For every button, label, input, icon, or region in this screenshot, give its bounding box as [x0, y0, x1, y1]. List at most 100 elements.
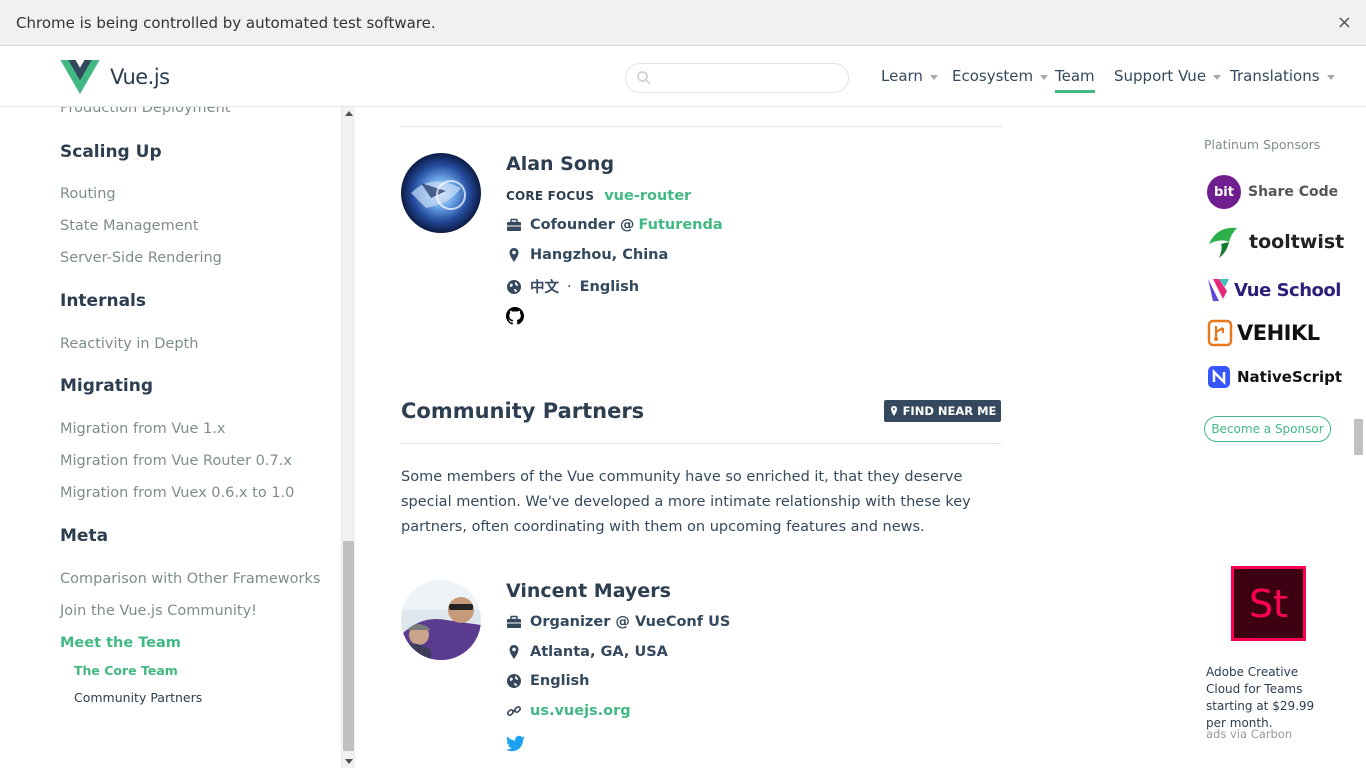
globe-icon: [507, 674, 521, 688]
social-row: [506, 734, 533, 753]
briefcase-icon: [507, 615, 521, 628]
sponsor-vue-school[interactable]: Vue School: [1207, 277, 1341, 303]
sidebar-subitem-community-partners[interactable]: Community Partners: [74, 690, 202, 705]
platinum-sponsors-title: Platinum Sponsors: [1204, 137, 1321, 152]
nav-learn[interactable]: Learn: [881, 67, 938, 85]
sidebar-scrollbar-thumb[interactable]: [343, 541, 354, 751]
nav-ecosystem[interactable]: Ecosystem: [952, 67, 1049, 85]
chevron-down-icon: [1213, 74, 1222, 80]
chevron-down-icon: [1326, 74, 1335, 80]
search-icon: [637, 71, 651, 85]
website-link[interactable]: us.vuejs.org: [530, 703, 631, 719]
divider: [401, 126, 1001, 127]
role-prefix: Cofounder @: [530, 217, 635, 233]
sponsor-tooltwist[interactable]: tooltwist: [1207, 224, 1344, 260]
languages-row: English: [506, 673, 590, 689]
become-a-sponsor-button[interactable]: Become a Sponsor: [1204, 416, 1331, 442]
sidebar-item-ssr[interactable]: Server-Side Rendering: [60, 250, 222, 266]
scroll-up-icon[interactable]: [345, 111, 353, 116]
role-row: Organizer @ VueConf US: [506, 614, 730, 630]
find-near-me-button[interactable]: FIND NEAR ME: [884, 400, 1001, 422]
nativescript-logo-icon: [1208, 366, 1230, 388]
core-focus-link[interactable]: vue-router: [604, 188, 691, 204]
website-row: us.vuejs.org: [506, 703, 631, 719]
avatar: [401, 580, 481, 660]
nav-learn-label: Learn: [881, 67, 923, 85]
sidebar-item-reactivity[interactable]: Reactivity in Depth: [60, 336, 198, 352]
sidebar-item-production-deployment[interactable]: Production Deployment: [60, 107, 230, 116]
sidebar-item-join-community[interactable]: Join the Vue.js Community!: [60, 603, 257, 619]
sidebar-scrollbar[interactable]: [341, 107, 355, 768]
sponsors-sidebar: Platinum Sponsors bit Share Code tooltwi…: [1185, 107, 1351, 768]
github-icon[interactable]: [506, 307, 524, 325]
role-text: Organizer @ VueConf US: [530, 614, 731, 630]
nav-support-vue-label: Support Vue: [1114, 67, 1207, 85]
site-header: Vue.js Learn Ecosystem Team Support Vue …: [0, 46, 1366, 107]
location-row: Atlanta, GA, USA: [506, 644, 668, 660]
sidebar-item-state-management[interactable]: State Management: [60, 218, 199, 234]
language-1: 中文: [530, 280, 559, 296]
sponsor-vehikl[interactable]: VEHIKL: [1207, 319, 1320, 347]
sponsor-name: NativeScript: [1237, 368, 1343, 386]
sponsor-nativescript[interactable]: NativeScript: [1207, 365, 1342, 389]
avatar: [401, 153, 481, 233]
member-name: Vincent Mayers: [506, 580, 671, 602]
nav-translations-label: Translations: [1230, 67, 1320, 85]
scroll-down-icon[interactable]: [345, 759, 353, 764]
sidebar-item-migration-router[interactable]: Migration from Vue Router 0.7.x: [60, 453, 292, 469]
sidebar-item-migration-vue1[interactable]: Migration from Vue 1.x: [60, 421, 225, 437]
location-text: Atlanta, GA, USA: [530, 644, 668, 660]
tooltwist-logo-icon: [1209, 227, 1237, 258]
main-content: Alan Song CORE FOCUS vue-router Cofounde…: [355, 107, 1185, 768]
search-input[interactable]: [656, 66, 842, 90]
sidebar-section-meta: Meta: [60, 526, 109, 546]
globe-icon: [507, 279, 521, 294]
automation-infobar: Chrome is being controlled by automated …: [0, 0, 1366, 46]
location-text: Hangzhou, China: [530, 247, 669, 263]
map-pin-icon: [509, 645, 519, 659]
member-name: Alan Song: [506, 153, 615, 175]
core-focus-label: CORE FOCUS: [506, 189, 595, 203]
sidebar-item-comparison[interactable]: Comparison with Other Frameworks: [60, 571, 320, 587]
nav-team-label: Team: [1055, 67, 1095, 85]
briefcase-icon: [507, 218, 521, 231]
core-focus-row: CORE FOCUS vue-router: [506, 188, 691, 204]
nav-team[interactable]: Team: [1055, 67, 1095, 93]
map-pin-icon: [890, 406, 897, 416]
sponsor-name: Share Code: [1248, 184, 1339, 200]
sidebar-subitem-core-team[interactable]: The Core Team: [74, 663, 178, 678]
twitter-icon[interactable]: [506, 734, 525, 753]
sidebar-section-scaling-up: Scaling Up: [60, 142, 162, 162]
chevron-down-icon: [1040, 74, 1049, 80]
partners-description: Some members of the Vue community have s…: [401, 469, 971, 535]
logo-link[interactable]: Vue.js: [60, 60, 170, 94]
language-separator: ·: [567, 278, 572, 295]
brand-name: Vue.js: [110, 65, 170, 89]
sidebar-item-meet-the-team[interactable]: Meet the Team: [60, 635, 181, 651]
page-scrollbar[interactable]: [1351, 107, 1366, 768]
close-icon[interactable]: ×: [1337, 12, 1352, 33]
role-row: Cofounder @ Futurenda: [506, 217, 723, 233]
company-link[interactable]: Futurenda: [638, 217, 722, 233]
search-box[interactable]: [625, 63, 849, 93]
language-1: English: [530, 673, 590, 689]
nav-translations[interactable]: Translations: [1230, 67, 1335, 85]
link-icon: [506, 705, 522, 717]
language-2: English: [579, 278, 640, 295]
nav-ecosystem-label: Ecosystem: [952, 67, 1034, 85]
vue-school-logo-icon: [1208, 279, 1229, 301]
sponsor-name: VEHIKL: [1237, 321, 1320, 345]
page-scrollbar-thumb[interactable]: [1354, 419, 1363, 455]
carbon-ad-attribution[interactable]: ads via Carbon: [1206, 727, 1292, 741]
sidebar-item-migration-vuex[interactable]: Migration from Vuex 0.6.x to 1.0: [60, 485, 294, 501]
vehikl-logo-icon: [1207, 319, 1233, 347]
infobar-message: Chrome is being controlled by automated …: [16, 13, 436, 32]
carbon-ad-text[interactable]: Adobe Creative Cloud for Teams starting …: [1206, 664, 1331, 732]
sponsor-bit[interactable]: bit Share Code: [1207, 175, 1338, 209]
carbon-ad-image[interactable]: St: [1231, 566, 1306, 641]
sidebar-item-routing[interactable]: Routing: [60, 186, 116, 202]
divider: [401, 443, 1001, 444]
nav-support-vue[interactable]: Support Vue: [1114, 67, 1222, 85]
sponsor-name: Vue School: [1234, 279, 1341, 301]
sponsor-name: tooltwist: [1249, 231, 1345, 253]
